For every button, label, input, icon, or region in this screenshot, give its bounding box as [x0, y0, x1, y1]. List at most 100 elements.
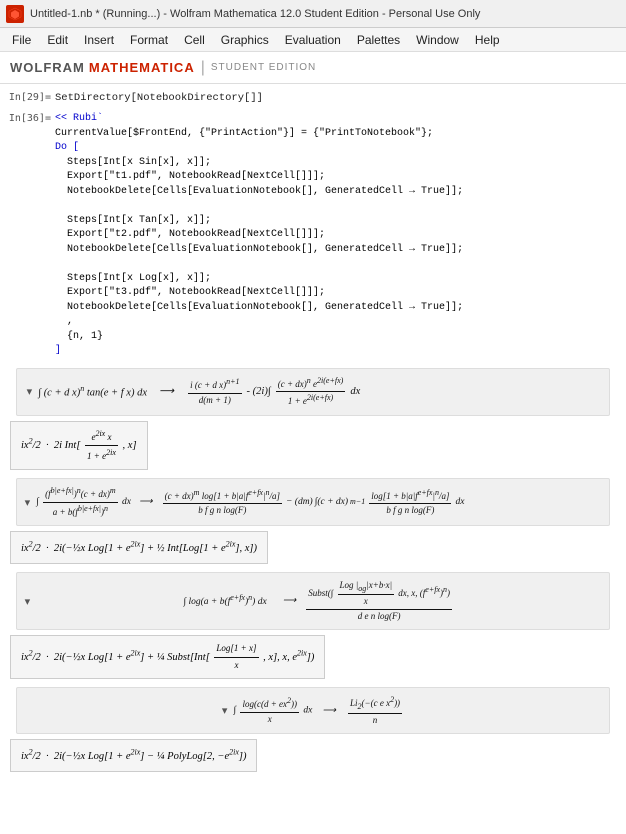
- frac-2a-num: (fb|e+fx|)n(c + dx)m: [43, 485, 117, 502]
- menu-palettes[interactable]: Palettes: [349, 31, 408, 49]
- cell-code-36[interactable]: << Rubi` CurrentValue[$FrontEnd, {"Print…: [55, 112, 626, 359]
- frac-1a-num: i (c + d x)n+1: [188, 376, 241, 393]
- cell-label-36: In[36]=: [0, 112, 55, 124]
- result-4: Li2(−(c e x2)) n: [346, 694, 404, 727]
- menu-file[interactable]: File: [4, 31, 39, 49]
- frac-2b: (c + dx)m log[1 + b|a|fe+fx|n/a] b f g n…: [163, 487, 282, 518]
- frac-2c: log[1 + b|a|fe+fx|n/a] b f g n log(F): [369, 487, 451, 518]
- math-output-4: ▾ ∫ log(c(d + ex2)) x dx ⟶ Li2(−(c e x2)…: [0, 687, 626, 734]
- frac-3a-den: x: [362, 595, 370, 609]
- frac-1b: (c + dx)n e2i(e+fx) 1 + e2i(e+fx): [276, 375, 346, 409]
- code-line-12: NotebookDelete[Cells[EvaluationNotebook[…: [55, 301, 626, 316]
- code-spacer2: [55, 257, 626, 272]
- arrow-3: ⟶: [283, 594, 297, 608]
- window-title: Untitled-1.nb * (Running...) - Wolfram M…: [30, 8, 620, 20]
- code-line-9: NotebookDelete[Cells[EvaluationNotebook[…: [55, 243, 626, 258]
- frac-3: Subst(∫ Log |og|x+b·x| x dx, x, (fe+fx)n…: [306, 579, 452, 624]
- result-box-3: ix2/2 · 2i(−½x Log[1 + e2ix] + ¼ Subst[I…: [10, 635, 325, 679]
- result-3: Subst(∫ Log |og|x+b·x| x dx, x, (fe+fx)n…: [304, 579, 454, 624]
- frac-rb1-num: e2ix x: [89, 427, 113, 445]
- frac-1a-den: d(m + 1): [197, 394, 233, 408]
- math-section-3: ▾ ∫ log(a + b(fe+fx)n) dx ⟶ Subst(∫ Log …: [16, 572, 611, 631]
- integral-1: ∫ (c + d x)n tan(e + f x) dx: [38, 383, 147, 401]
- menu-format[interactable]: Format: [122, 31, 176, 49]
- menu-window[interactable]: Window: [408, 31, 467, 49]
- menu-help[interactable]: Help: [467, 31, 508, 49]
- wolfram-header: WOLFRAM MATHEMATICA | STUDENT EDITION: [0, 52, 626, 84]
- result-box-4-container: ix2/2 · 2i(−½x Log[1 + e2ix] − ¼ PolyLog…: [8, 737, 618, 773]
- frac-3-num: Subst(∫ Log |og|x+b·x| x dx, x, (fe+fx)n…: [306, 579, 452, 609]
- result-box-4: ix2/2 · 2i(−½x Log[1 + e2ix] − ¼ PolyLog…: [10, 739, 257, 771]
- frac-4b-num: Li2(−(c e x2)): [348, 694, 402, 713]
- frac-rb1-den: 1 + e2ix: [85, 446, 118, 464]
- chevron-4: ▾: [222, 704, 228, 717]
- frac-2c-den: b f g n log(F): [384, 504, 436, 518]
- result-box-3-container: ix2/2 · 2i(−½x Log[1 + e2ix] + ¼ Subst[I…: [8, 633, 618, 681]
- frac-3a-num: Log |og|x+b·x|: [338, 579, 395, 595]
- code-spacer1: [55, 199, 626, 214]
- cell-in29: In[29]= SetDirectory[NotebookDirectory[]…: [0, 90, 626, 107]
- math-output-1: ▾ ∫ (c + d x)n tan(e + f x) dx ⟶ i (c + …: [0, 368, 626, 416]
- code-line-14: {n, 1}: [55, 330, 626, 345]
- minus-1: - (2i)∫: [247, 384, 271, 400]
- code-line-7: Steps[Int[x Tan[x], x]];: [55, 214, 626, 229]
- app-icon: [6, 5, 24, 23]
- menu-insert[interactable]: Insert: [76, 31, 122, 49]
- frac-2c-num: log[1 + b|a|fe+fx|n/a]: [369, 487, 451, 504]
- frac-1b-num: (c + dx)n e2i(e+fx): [276, 375, 346, 392]
- code-line-15: ]: [55, 344, 626, 359]
- integral-3: ∫ log(a + b(fe+fx)n) dx: [183, 592, 266, 609]
- code-line-13: ,: [55, 315, 626, 330]
- arrow-2: ⟶: [139, 495, 153, 509]
- frac-4b: Li2(−(c e x2)) n: [348, 694, 402, 727]
- frac-1a: i (c + d x)n+1 d(m + 1): [188, 376, 241, 407]
- cell-code-29[interactable]: SetDirectory[NotebookDirectory[]]: [55, 91, 626, 106]
- notebook[interactable]: In[29]= SetDirectory[NotebookDirectory[]…: [0, 84, 626, 834]
- frac-2a-den: a + b(fb|e+fx|)n: [51, 503, 110, 520]
- math-formula-3: ∫ log(a + b(fe+fx)n) dx ⟶ Subst(∫ Log |o…: [36, 579, 601, 624]
- integral-4: ∫ log(c(d + ex2)) x dx: [233, 695, 312, 726]
- frac-4a: log(c(d + ex2)) x: [240, 695, 299, 726]
- cell-label-29: In[29]=: [0, 91, 55, 103]
- math-output-2: ▾ ∫ (fb|e+fx|)n(c + dx)m a + b(fb|e+fx|)…: [0, 478, 626, 526]
- chevron-2: ▾: [25, 496, 31, 509]
- math-section-2: ▾ ∫ (fb|e+fx|)n(c + dx)m a + b(fb|e+fx|)…: [16, 478, 611, 526]
- menu-evaluation[interactable]: Evaluation: [277, 31, 349, 49]
- frac-4a-num: log(c(d + ex2)): [240, 695, 299, 712]
- math-output-3: ▾ ∫ log(a + b(fe+fx)n) dx ⟶ Subst(∫ Log …: [0, 572, 626, 631]
- result-text-2: ix2/2 · 2i(−½x Log[1 + e2ix] + ½ Int[Log…: [21, 543, 257, 554]
- code-line-1: << Rubi`: [55, 112, 626, 127]
- result-box-1-container: ix2/2 · 2i Int[ e2ix x 1 + e2ix , x]: [8, 419, 618, 473]
- dx-1: dx: [350, 384, 360, 400]
- chevron-3: ▾: [25, 595, 31, 608]
- math-formula-2: ∫ (fb|e+fx|)n(c + dx)m a + b(fb|e+fx|)n …: [36, 485, 464, 519]
- edition-text: STUDENT EDITION: [211, 62, 316, 73]
- frac-2b-num: (c + dx)m log[1 + b|a|fe+fx|n/a]: [163, 487, 282, 504]
- math-section-1: ▾ ∫ (c + d x)n tan(e + f x) dx ⟶ i (c + …: [16, 368, 611, 416]
- result-frac-1: i (c + d x)n+1 d(m + 1) - (2i)∫ (c + dx)…: [186, 375, 360, 409]
- mathematica-text: MATHEMATICA: [89, 60, 195, 75]
- frac-rb3-den: x: [232, 658, 240, 673]
- menu-graphics[interactable]: Graphics: [213, 31, 277, 49]
- minus-2: − (dm): [286, 495, 313, 509]
- arrow-4: ⟶: [322, 704, 336, 718]
- frac-3a: Log |og|x+b·x| x: [338, 579, 395, 609]
- code-line-10: Steps[Int[x Log[x], x]];: [55, 272, 626, 287]
- chevron-1: ▾: [27, 385, 33, 398]
- title-bar: Untitled-1.nb * (Running...) - Wolfram M…: [0, 0, 626, 28]
- code-line-5: Export["t1.pdf", NotebookRead[NextCell[]…: [55, 170, 626, 185]
- frac-4b-den: n: [371, 714, 380, 728]
- code-line-8: Export["t2.pdf", NotebookRead[NextCell[]…: [55, 228, 626, 243]
- result-box-2-container: ix2/2 · 2i(−½x Log[1 + e2ix] + ½ Int[Log…: [8, 529, 618, 565]
- frac-3-den: d e n log(F): [356, 610, 403, 624]
- header-separator: |: [201, 59, 205, 77]
- math-section-4: ▾ ∫ log(c(d + ex2)) x dx ⟶ Li2(−(c e x2)…: [16, 687, 611, 734]
- menu-cell[interactable]: Cell: [176, 31, 213, 49]
- menu-edit[interactable]: Edit: [39, 31, 76, 49]
- math-formula-4: ∫ log(c(d + ex2)) x dx ⟶ Li2(−(c e x2)) …: [233, 694, 404, 727]
- frac-4a-den: x: [266, 713, 274, 727]
- frac-rb1: e2ix x 1 + e2ix: [85, 427, 118, 465]
- result-2: (c + dx)m log[1 + b|a|fe+fx|n/a] b f g n…: [161, 487, 465, 518]
- code-line-2: CurrentValue[$FrontEnd, {"PrintAction"}]…: [55, 127, 626, 142]
- wolfram-text: WOLFRAM: [10, 60, 85, 75]
